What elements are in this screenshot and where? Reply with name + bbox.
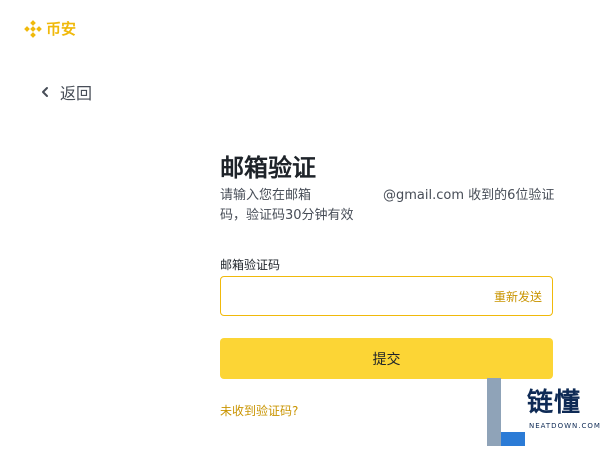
code-field: 重新发送: [220, 276, 553, 316]
watermark-logo-icon: [487, 378, 525, 446]
brand-name: 币安: [46, 20, 77, 38]
back-link[interactable]: 返回: [40, 80, 92, 104]
binance-diamond-icon: [24, 19, 42, 38]
code-field-label: 邮箱验证码: [220, 258, 281, 272]
submit-button[interactable]: 提交: [220, 338, 553, 379]
not-received-link[interactable]: 未收到验证码?: [220, 402, 298, 419]
chevron-left-icon: [42, 87, 48, 97]
watermark-text: 链懂: [527, 388, 582, 418]
code-input[interactable]: [221, 277, 494, 315]
back-label: 返回: [60, 84, 93, 103]
instructions-prefix: 请输入您在邮箱: [220, 188, 312, 203]
watermark-domain: NEATDOWN.COM: [529, 422, 600, 430]
resend-button[interactable]: 重新发送: [494, 288, 552, 305]
page-title: 邮箱验证: [220, 154, 316, 182]
watermark: 链懂 NEATDOWN.COM: [487, 378, 600, 446]
verify-instructions: 请输入您在邮箱 @gmail.com 收到的6位验证码，验证码30分钟有效: [220, 186, 555, 226]
brand-logo[interactable]: 币安: [24, 18, 76, 39]
